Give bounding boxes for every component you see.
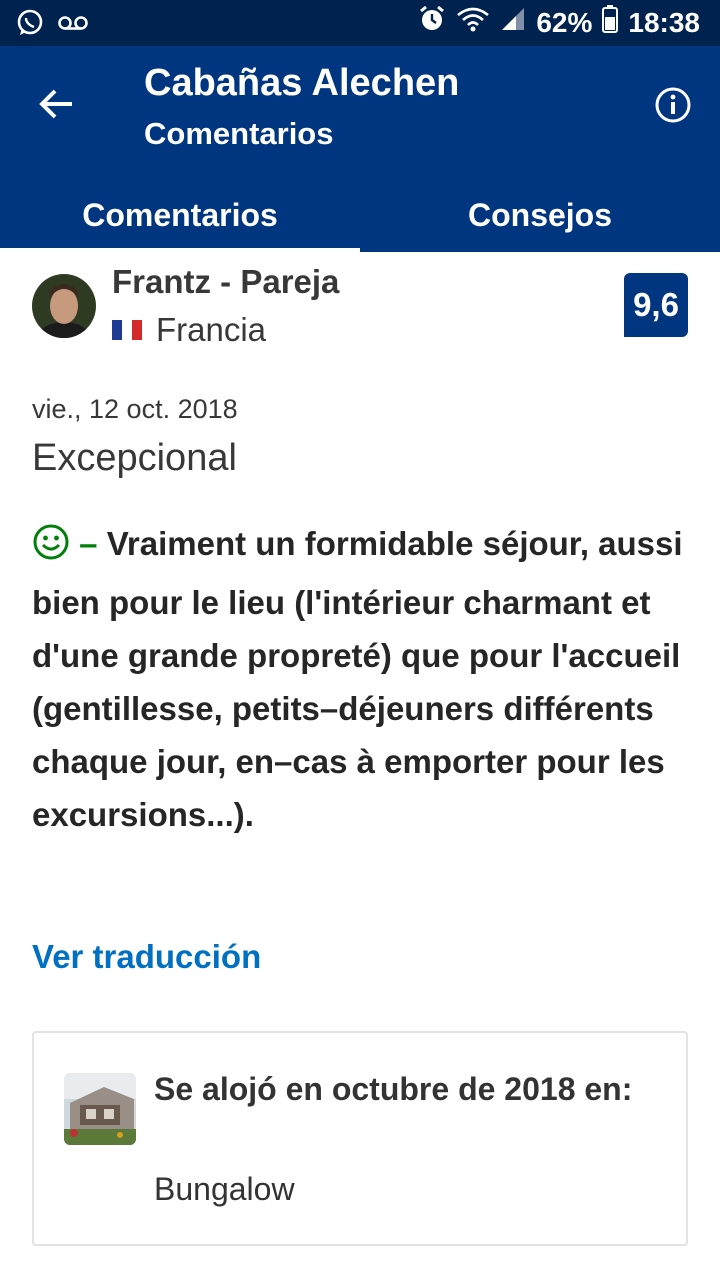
- score-badge: 9,6: [624, 273, 688, 337]
- reviewer-country: Francia: [156, 311, 267, 348]
- clock: 18:38: [628, 6, 700, 38]
- reviewer-name: Frantz - Pareja: [112, 263, 340, 300]
- battery-percent: 62%: [536, 6, 593, 38]
- app-bar: Cabañas Alechen Comentarios Comentarios …: [0, 46, 720, 252]
- info-icon: [650, 87, 696, 132]
- back-button[interactable]: [30, 80, 82, 132]
- smile-icon: [32, 523, 70, 576]
- status-bar: 62% 18:38: [0, 0, 720, 46]
- whatsapp-icon: [16, 9, 44, 42]
- room-name: Bungalow: [154, 1171, 295, 1207]
- tab-bar: Comentarios Consejos: [0, 178, 720, 252]
- review-body: – Vraiment un formidable séjour, aussi b…: [32, 517, 692, 841]
- translate-link[interactable]: Ver traducción: [32, 938, 261, 976]
- stay-description: Se alojó en octubre de 2018 en:: [154, 1071, 633, 1107]
- info-button[interactable]: [650, 82, 696, 128]
- wifi-icon: [456, 5, 490, 40]
- review-headline: Excepcional: [32, 437, 237, 479]
- france-flag-icon: [112, 320, 142, 340]
- avatar: [32, 274, 96, 338]
- stay-card: Se alojó en octubre de 2018 en: Bungalow: [32, 1031, 688, 1246]
- review-text: Vraiment un formidable séjour, aussi bie…: [32, 525, 683, 833]
- alarm-icon: [418, 5, 446, 40]
- battery-icon: [602, 5, 619, 40]
- page-title: Cabañas Alechen: [144, 62, 460, 104]
- voicemail-icon: [58, 13, 88, 38]
- review-date: vie., 12 oct. 2018: [32, 394, 238, 424]
- back-arrow-icon: [38, 88, 74, 125]
- tab-consejos[interactable]: Consejos: [360, 178, 720, 252]
- signal-icon: [500, 6, 526, 39]
- tab-comentarios[interactable]: Comentarios: [0, 178, 360, 252]
- page-subtitle: Comentarios: [144, 116, 334, 151]
- room-photo: [64, 1073, 136, 1145]
- positive-dash: –: [79, 525, 98, 562]
